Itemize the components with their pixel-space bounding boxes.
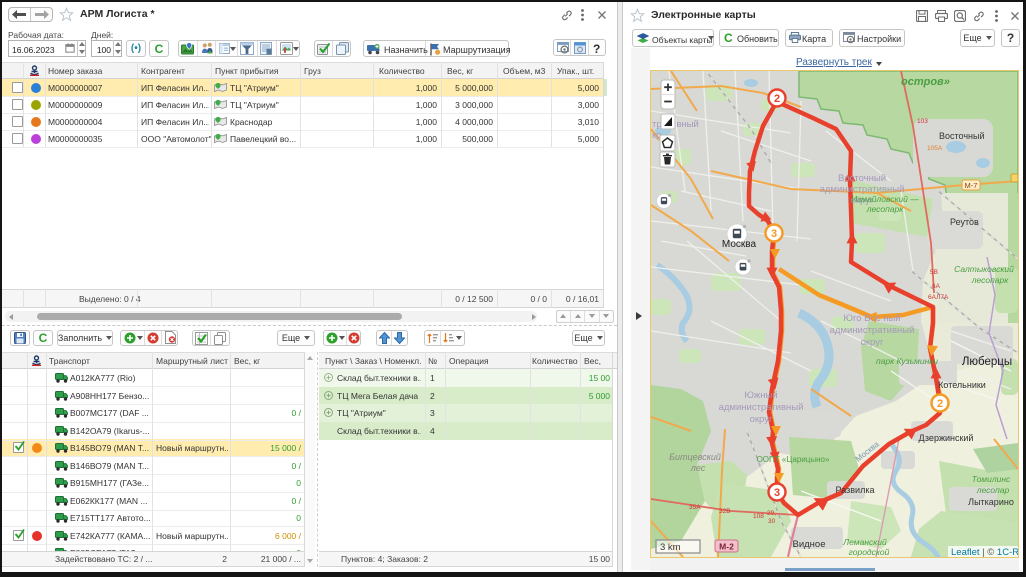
svg-text:М-2: М-2 bbox=[719, 542, 734, 552]
svg-text:Восточный: Восточный bbox=[939, 131, 985, 141]
svg-text:Люберцы: Люберцы bbox=[962, 356, 1012, 368]
svg-text:Развилка: Развилка bbox=[836, 485, 875, 495]
svg-text:Леманский: Леманский bbox=[842, 537, 887, 547]
svg-text:лесопарк: лесопарк bbox=[971, 275, 1010, 285]
svg-text:Видное: Видное bbox=[793, 539, 826, 550]
svg-text:30: 30 bbox=[768, 518, 776, 525]
svg-text:остров»: остров» bbox=[901, 76, 950, 88]
svg-text:Реутов: Реутов bbox=[950, 217, 979, 227]
svg-text:Лыткарино: Лыткарино bbox=[968, 497, 1014, 507]
svg-text:Москва: Москва bbox=[722, 239, 757, 250]
svg-text:лес: лес bbox=[690, 463, 706, 473]
svg-text:административный: административный bbox=[830, 325, 915, 336]
svg-text:Котельники: Котельники bbox=[938, 380, 986, 390]
svg-text:105А: 105А bbox=[927, 145, 943, 152]
svg-text:Дзержинский: Дзержинский bbox=[919, 433, 974, 443]
svg-text:108: 108 bbox=[753, 513, 764, 520]
svg-text:парк Кузьминки: парк Кузьминки bbox=[876, 356, 938, 366]
svg-text:35А: 35А bbox=[689, 504, 701, 511]
svg-text:2: 2 bbox=[774, 93, 780, 105]
svg-text:3: 3 bbox=[774, 487, 780, 499]
svg-text:Leaflet | © 1C-RARUS: Leaflet | © 1C-RARUS bbox=[951, 547, 1019, 558]
svg-text:административный: административный bbox=[719, 402, 804, 413]
svg-text:Восточный: Восточный bbox=[838, 173, 886, 184]
svg-text:Битцевский: Битцевский bbox=[669, 452, 721, 462]
svg-text:6А: 6А bbox=[932, 283, 941, 290]
svg-text:3: 3 bbox=[771, 228, 777, 240]
svg-text:Измайловский —: Измайловский — bbox=[851, 194, 919, 204]
svg-text:городской: городской bbox=[849, 547, 890, 557]
svg-text:6АЛ7А: 6АЛ7А bbox=[928, 294, 949, 301]
svg-text:Юго Вос ный: Юго Вос ный bbox=[843, 313, 900, 324]
svg-text:лесопарк: лесопарк bbox=[866, 204, 905, 214]
svg-text:округ: округ bbox=[750, 414, 773, 425]
svg-text:3 km: 3 km bbox=[660, 542, 681, 553]
svg-text:32В: 32В bbox=[719, 508, 731, 515]
svg-text:2: 2 bbox=[937, 398, 943, 410]
svg-text:ООПТ «Царицыно»: ООПТ «Царицыно» bbox=[757, 455, 830, 464]
svg-text:лесопар: лесопар bbox=[976, 485, 1010, 495]
svg-text:М-7: М-7 bbox=[965, 181, 978, 190]
svg-text:103: 103 bbox=[917, 118, 928, 125]
svg-text:5В: 5В bbox=[930, 269, 938, 276]
svg-text:Южный: Южный bbox=[744, 390, 777, 401]
svg-text:Салтыковский: Салтыковский bbox=[954, 264, 1014, 274]
svg-text:Томилинс: Томилинс bbox=[972, 474, 1011, 484]
svg-text:29,: 29, bbox=[767, 510, 776, 517]
svg-text:округ: округ bbox=[861, 337, 884, 348]
